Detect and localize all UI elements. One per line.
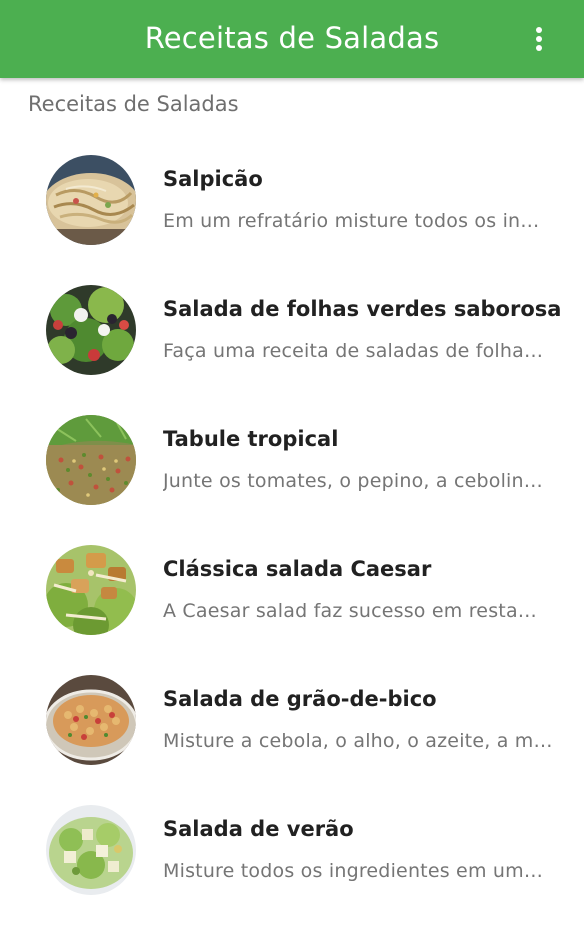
recipe-description: Misture a cebola, o alho, o azeite, a m… <box>163 730 553 752</box>
recipe-title: Salpicão <box>163 167 263 191</box>
section-header: Receitas de Saladas <box>28 92 239 116</box>
recipe-description: Em um refratário misture todos os in… <box>163 210 540 232</box>
recipe-description: Junte os tomates, o pepino, a cebolin… <box>163 470 543 492</box>
recipe-title: Clássica salada Caesar <box>163 557 432 581</box>
recipe-list: Salpicão Em um refratário misture todos … <box>0 145 584 925</box>
list-item[interactable]: Salada de folhas verdes saborosa Faça um… <box>0 275 584 405</box>
recipe-title: Tabule tropical <box>163 427 339 451</box>
app-title: Receitas de Saladas <box>144 21 440 55</box>
recipe-thumbnail <box>46 805 136 895</box>
list-item[interactable]: Tabule tropical Junte os tomates, o pepi… <box>0 405 584 535</box>
list-item[interactable]: Salada de verão Misture todos os ingredi… <box>0 795 584 925</box>
recipe-description: Misture todos os ingredientes em um… <box>163 860 544 882</box>
list-item[interactable]: Clássica salada Caesar A Caesar salad fa… <box>0 535 584 665</box>
recipe-title: Salada de verão <box>163 817 354 841</box>
recipe-thumbnail <box>46 545 136 635</box>
recipe-description: Faça uma receita de saladas de folha… <box>163 340 544 362</box>
recipe-thumbnail <box>46 285 136 375</box>
recipe-description: A Caesar salad faz sucesso em resta… <box>163 600 537 622</box>
recipe-thumbnail <box>46 675 136 765</box>
recipe-title: Salada de folhas verdes saborosa <box>163 297 562 321</box>
recipe-title: Salada de grão-de-bico <box>163 687 437 711</box>
app-bar: Receitas de Saladas <box>0 0 584 78</box>
more-vert-icon[interactable] <box>532 22 546 56</box>
recipe-thumbnail <box>46 415 136 505</box>
list-item[interactable]: Salpicão Em um refratário misture todos … <box>0 145 584 275</box>
recipe-thumbnail <box>46 155 136 245</box>
list-item[interactable]: Salada de grão-de-bico Misture a cebola,… <box>0 665 584 795</box>
